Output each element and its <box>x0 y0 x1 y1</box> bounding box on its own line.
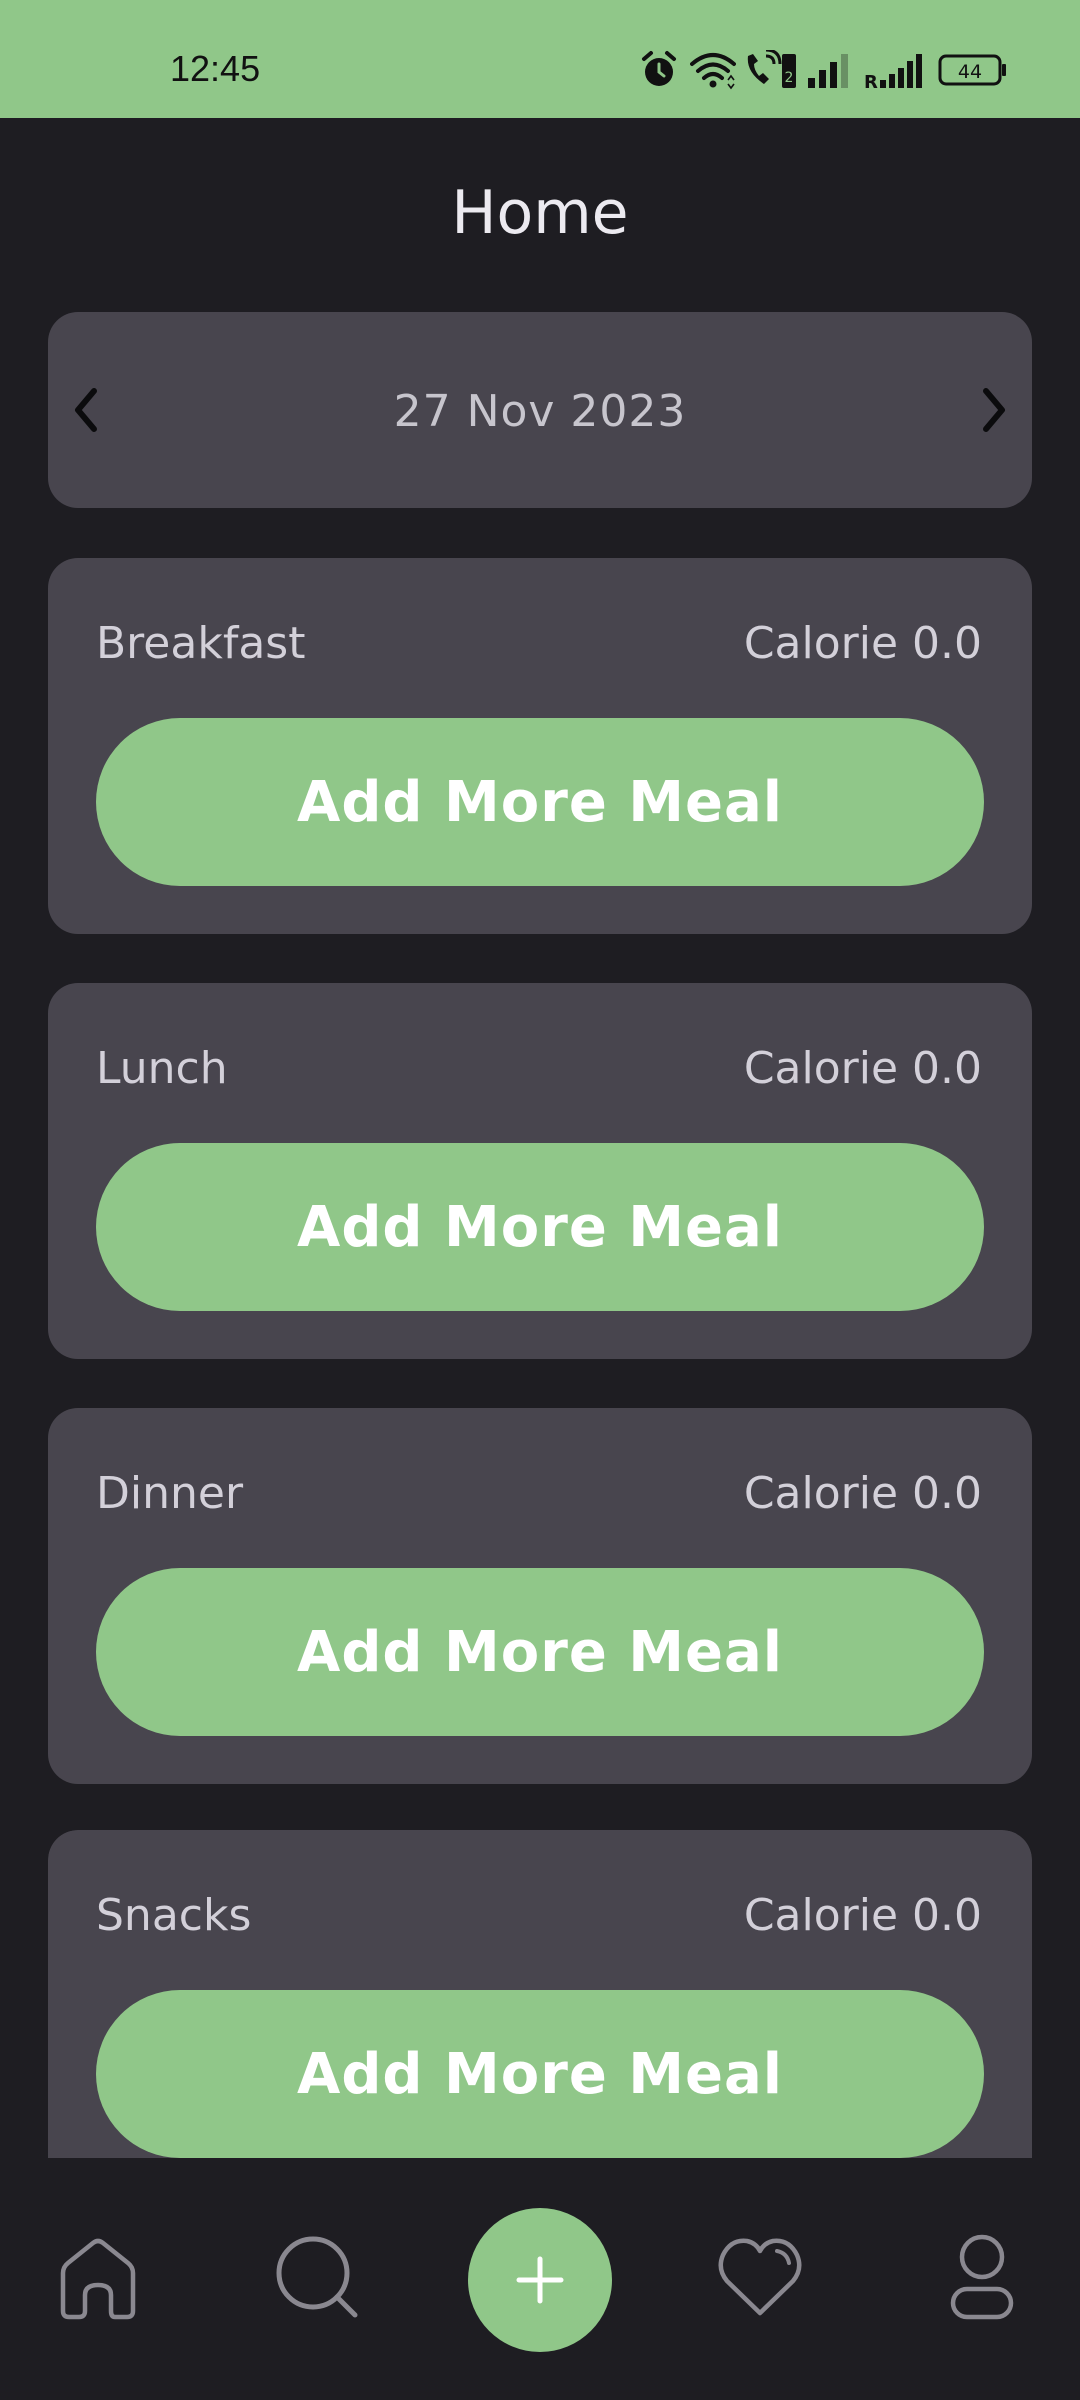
signal-icon <box>808 54 848 88</box>
next-day-button[interactable] <box>964 380 1024 440</box>
meal-card-snacks: Snacks Calorie 0.0 Add More Meal <box>48 1830 1032 2158</box>
nav-favorites[interactable] <box>710 2228 810 2328</box>
page-title: Home <box>451 178 629 248</box>
date-label: 27 Nov 2023 <box>393 386 687 437</box>
add-button[interactable] <box>468 2208 612 2352</box>
search-icon <box>276 2236 358 2318</box>
meal-card-dinner: Dinner Calorie 0.0 Add More Meal <box>48 1408 1032 1784</box>
svg-text:44: 44 <box>958 61 982 83</box>
add-meal-button-dinner[interactable]: Add More Meal <box>96 1568 984 1736</box>
nav-home[interactable] <box>48 2228 148 2328</box>
nav-search[interactable] <box>268 2228 368 2328</box>
chevron-right-icon <box>983 388 1005 432</box>
heart-icon <box>718 2238 802 2316</box>
add-meal-button-breakfast[interactable]: Add More Meal <box>96 718 984 886</box>
status-time: 12:45 <box>170 48 261 89</box>
meal-calorie: Calorie 0.0 <box>743 618 982 669</box>
meal-card-lunch: Lunch Calorie 0.0 Add More Meal <box>48 983 1032 1359</box>
alarm-icon <box>642 51 676 86</box>
home-icon <box>60 2238 136 2320</box>
meal-name: Breakfast <box>96 618 306 669</box>
scroll-viewport[interactable]: Snacks Calorie 0.0 Add More Meal <box>48 1830 1032 2158</box>
add-meal-button-snacks[interactable]: Add More Meal <box>96 1990 984 2158</box>
status-bar: 12:45 2 R 44 <box>0 0 1080 118</box>
profile-icon <box>950 2234 1014 2320</box>
meal-calorie: Calorie 0.0 <box>743 1043 982 1094</box>
svg-text:2: 2 <box>785 70 794 86</box>
meal-card-breakfast: Breakfast Calorie 0.0 Add More Meal <box>48 558 1032 934</box>
battery-icon: 44 <box>938 54 1006 86</box>
meal-calorie: Calorie 0.0 <box>743 1468 982 1519</box>
meal-name: Lunch <box>96 1043 228 1094</box>
meal-calorie: Calorie 0.0 <box>743 1890 982 1941</box>
bottom-navigation <box>0 2158 1080 2400</box>
meal-name: Dinner <box>96 1468 244 1519</box>
meal-name: Snacks <box>96 1890 252 1941</box>
wifi-icon <box>690 53 736 90</box>
svg-text:R: R <box>864 72 878 90</box>
roaming-signal-icon: R <box>864 54 922 90</box>
nav-profile[interactable] <box>932 2228 1032 2328</box>
plus-icon <box>516 2256 564 2304</box>
add-meal-button-lunch[interactable]: Add More Meal <box>96 1143 984 1311</box>
volte-call-icon: 2 <box>747 50 796 88</box>
date-picker: 27 Nov 2023 <box>48 312 1032 508</box>
